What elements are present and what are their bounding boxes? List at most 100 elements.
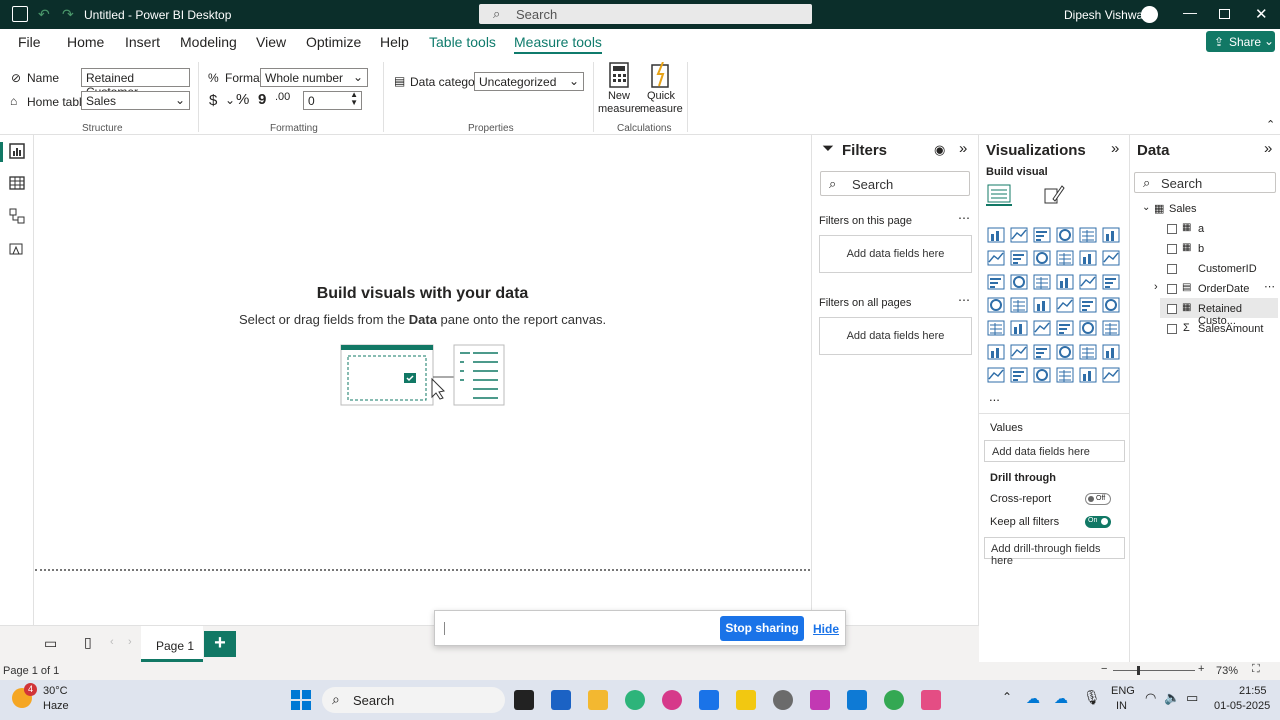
collapse-viz-icon[interactable]: » [1111, 140, 1119, 157]
close-icon[interactable]: ✕ [1255, 5, 1268, 23]
filled-map-icon[interactable] [1033, 297, 1051, 313]
page-tab-1[interactable]: Page 1 [141, 626, 203, 662]
filters-on-all-dropzone[interactable]: Add data fields here [819, 317, 972, 355]
next-page-icon[interactable]: › [128, 636, 132, 648]
donut-chart-icon[interactable] [1102, 274, 1120, 290]
report-view-icon[interactable] [9, 143, 25, 159]
100-bar-chart-icon[interactable] [1079, 227, 1097, 243]
tab-help[interactable]: Help [380, 34, 409, 50]
chevron-down-icon[interactable]: ⌄ [225, 93, 235, 107]
format-select[interactable]: Whole number ⌄ [260, 68, 368, 87]
clustered-column-chart-icon[interactable] [1056, 227, 1074, 243]
settings-icon[interactable] [773, 690, 793, 710]
field-checkbox[interactable] [1167, 264, 1177, 274]
decimals-input[interactable]: 0 ▲ ▼ [303, 91, 362, 110]
drill-through-dropzone[interactable]: Add drill-through fields here [984, 537, 1125, 567]
add-page-button[interactable]: + [204, 631, 236, 657]
edge-icon[interactable] [625, 690, 645, 710]
chevron-right-icon[interactable]: › [1154, 281, 1158, 293]
decimal-button[interactable]: .00 [275, 91, 290, 103]
store-icon[interactable] [551, 690, 571, 710]
zoom-out-icon[interactable]: − [1101, 663, 1107, 675]
screen-recorder-icon[interactable] [921, 690, 941, 710]
more-icon[interactable]: ⋯ [958, 211, 970, 225]
narrative-icon[interactable] [1079, 344, 1097, 360]
stacked-area-chart-icon[interactable] [1033, 250, 1051, 266]
taskbar-search[interactable]: ⌕ Search [322, 687, 505, 713]
avatar-icon[interactable] [1141, 6, 1158, 23]
gauge-icon[interactable] [1079, 297, 1097, 313]
global-search[interactable]: ⌕ Search [479, 4, 812, 24]
redo-icon[interactable]: ↷ [62, 6, 74, 23]
onedrive-icon[interactable]: ☁ [1026, 690, 1040, 707]
wifi-icon[interactable]: ◠ [1145, 690, 1156, 706]
scatter-chart-icon[interactable] [1056, 274, 1074, 290]
r-visual-icon[interactable] [1102, 320, 1120, 336]
matrix-icon[interactable] [1079, 320, 1097, 336]
chrome-profile-icon[interactable] [662, 690, 682, 710]
python-visual-icon[interactable] [987, 344, 1005, 360]
build-visual-tab[interactable] [986, 182, 1012, 206]
power-automate-icon[interactable] [1033, 367, 1051, 383]
windows-start-icon[interactable] [291, 690, 311, 710]
comma-button[interactable]: 9 [258, 91, 266, 108]
decomposition-tree-icon[interactable] [1033, 344, 1051, 360]
tab-insert[interactable]: Insert [125, 34, 160, 50]
hide-share-bar-button[interactable]: Hide [813, 622, 839, 636]
area-chart-icon[interactable] [1010, 250, 1028, 266]
key-influencers-icon[interactable] [1010, 344, 1028, 360]
field-checkbox[interactable] [1167, 304, 1177, 314]
share-button[interactable]: ⇪ Share ⌄ [1206, 31, 1275, 52]
collapse-filters-icon[interactable]: » [959, 140, 967, 157]
undo-icon[interactable]: ↶ [38, 6, 50, 23]
quick-measure-button[interactable]: Quick measure [640, 60, 683, 120]
user-name[interactable]: Dipesh Vishwas [1064, 8, 1149, 22]
field-orderdate[interactable]: OrderDate [1198, 283, 1249, 295]
field-checkbox[interactable] [1167, 244, 1177, 254]
field-salesamount[interactable]: SalesAmount [1198, 323, 1263, 335]
power-apps-icon[interactable] [1010, 367, 1028, 383]
field-checkbox[interactable] [1167, 324, 1177, 334]
tab-measure-tools[interactable]: Measure tools [514, 34, 602, 54]
model-view-icon[interactable] [9, 208, 25, 224]
chrome-icon[interactable] [884, 690, 904, 710]
format-visual-icon[interactable] [1043, 184, 1065, 206]
collapse-ribbon-icon[interactable]: ⌃ [1266, 118, 1275, 131]
zoom-slider[interactable] [1113, 670, 1195, 671]
funnel-chart-icon[interactable] [1033, 274, 1051, 290]
notepad-icon[interactable] [699, 690, 719, 710]
onedrive-business-icon[interactable]: ☁ [1054, 690, 1068, 707]
keep-all-filters-toggle[interactable]: On [1085, 516, 1111, 528]
field-checkbox[interactable] [1167, 224, 1177, 234]
zoom-in-icon[interactable]: + [1198, 663, 1204, 675]
tab-optimize[interactable]: Optimize [306, 34, 361, 50]
tab-table-tools[interactable]: Table tools [429, 34, 496, 50]
ribbon-chart-icon[interactable] [987, 274, 1005, 290]
arcgis-map-icon[interactable] [1056, 367, 1074, 383]
qna-icon[interactable] [1056, 344, 1074, 360]
table-view-icon[interactable] [9, 175, 25, 191]
file-explorer-icon[interactable] [588, 690, 608, 710]
desktop-layout-icon[interactable]: ▭ [44, 635, 57, 652]
azure-map-icon[interactable] [1056, 297, 1074, 313]
tab-modeling[interactable]: Modeling [180, 34, 237, 50]
zoom-level[interactable]: 73% [1216, 665, 1238, 677]
currency-button[interactable]: $ [209, 92, 217, 109]
minimize-icon[interactable]: — [1183, 4, 1197, 20]
tab-view[interactable]: View [256, 34, 286, 50]
stop-sharing-button[interactable]: Stop sharing [720, 616, 804, 641]
values-dropzone[interactable]: Add data fields here [984, 440, 1125, 462]
power-bi-icon[interactable] [736, 690, 756, 710]
home-table-select[interactable]: Sales ⌄ [81, 91, 190, 110]
volume-icon[interactable]: 🔈 [1164, 690, 1180, 706]
field-customerid[interactable]: CustomerID [1198, 263, 1257, 275]
new-measure-button[interactable]: New measure [598, 60, 641, 120]
filters-on-page-dropzone[interactable]: Add data fields here [819, 235, 972, 273]
zoom-slider-thumb[interactable] [1137, 666, 1140, 675]
filters-search-input[interactable]: ⌕ Search [820, 171, 970, 196]
slicer-icon[interactable] [1033, 320, 1051, 336]
data-category-select[interactable]: Uncategorized ⌄ [474, 72, 584, 91]
prev-page-icon[interactable]: ‹ [110, 636, 114, 648]
data-search-input[interactable]: ⌕ Search [1134, 172, 1276, 193]
pie-chart-icon[interactable] [1079, 274, 1097, 290]
